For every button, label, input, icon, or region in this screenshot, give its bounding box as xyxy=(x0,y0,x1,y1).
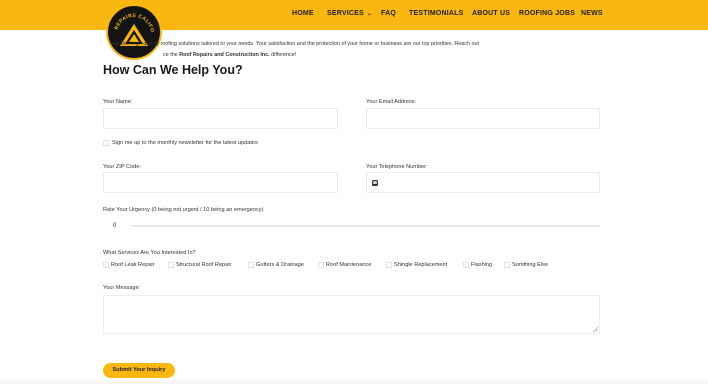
intro-line-2-pre: ce the xyxy=(163,52,178,58)
email-input[interactable] xyxy=(366,108,600,129)
logo-graphic: REPAIRS CALIFO xyxy=(114,13,155,46)
name-label: Your Name: xyxy=(103,99,133,105)
service-label-shingle: Shingle Replacement xyxy=(394,262,448,268)
service-checkbox-structural[interactable] xyxy=(168,262,174,268)
service-label-flashing: Flashing xyxy=(471,262,493,268)
service-checkbox-flashing[interactable] xyxy=(463,262,469,268)
urgency-value: 0 xyxy=(113,223,117,229)
newsletter-checkbox[interactable] xyxy=(103,140,109,146)
intro-company-name: Roof Repairs and Construction Inc. xyxy=(179,52,270,58)
service-checkbox-shingle[interactable] xyxy=(386,262,392,268)
form-title: How Can We Help You? xyxy=(103,63,243,77)
name-input[interactable] xyxy=(103,108,338,129)
service-label-gutters: Gutters & Drainage xyxy=(256,262,304,268)
company-logo[interactable]: REPAIRS CALIFO xyxy=(106,4,162,60)
submit-button[interactable]: Submit Your Inquiry xyxy=(103,363,175,378)
service-label-other: Somthing Else xyxy=(512,262,549,268)
nav-testimonials[interactable]: TESTIMONIALS xyxy=(409,10,464,17)
zip-input[interactable] xyxy=(103,172,338,193)
intro-line-2: ce the Roof Repairs and Construction Inc… xyxy=(163,49,296,61)
newsletter-label: Sign me up to the monthly newsletter for… xyxy=(112,140,258,146)
service-checkbox-maintenance[interactable] xyxy=(318,262,324,268)
message-label: Your Message: xyxy=(103,285,141,291)
urgency-label: Rate Your Urgency (0 being not urgent / … xyxy=(103,207,264,213)
service-checkbox-gutters[interactable] xyxy=(248,262,254,268)
service-label-structural: Structural Roof Repair xyxy=(176,262,232,268)
service-label-maintenance: Roof Maintenance xyxy=(326,262,372,268)
phone-input[interactable] xyxy=(366,172,600,193)
service-label-roof-leak: Roof Leak Repair xyxy=(111,262,155,268)
resize-handle-icon[interactable] xyxy=(593,327,598,332)
page-bottom-edge xyxy=(0,378,708,384)
services-label: What Services Are You Interested In? xyxy=(103,250,196,256)
nav-services[interactable]: SERVICES ⌄ xyxy=(327,10,372,17)
nav-faq[interactable]: FAQ xyxy=(381,10,396,17)
service-checkbox-roof-leak[interactable] xyxy=(103,262,109,268)
message-textarea[interactable] xyxy=(103,295,600,334)
urgency-slider[interactable] xyxy=(131,225,600,227)
nav-home[interactable]: HOME xyxy=(292,10,314,17)
nav-services-label: SERVICES xyxy=(327,10,364,17)
nav-about[interactable]: ABOUT US xyxy=(472,10,510,17)
email-label: Your Email Address: xyxy=(366,99,417,105)
chevron-down-icon: ⌄ xyxy=(366,11,373,17)
phone-icon: ☎ xyxy=(372,180,378,186)
service-checkbox-other[interactable] xyxy=(504,262,510,268)
phone-label: Your Telephone Number: xyxy=(366,164,428,170)
nav-roofing-jobs[interactable]: ROOFING JOBS xyxy=(519,10,575,17)
intro-line-2-post: difference! xyxy=(271,52,297,58)
nav-news[interactable]: NEWS xyxy=(581,10,603,17)
zip-label: Your ZIP Code: xyxy=(103,164,141,170)
